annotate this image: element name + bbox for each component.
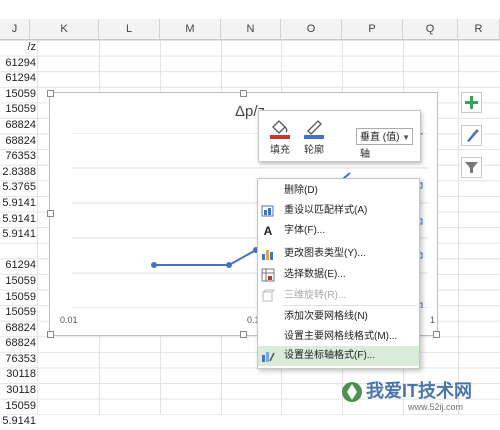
cell[interactable]: 2.8388 (0, 165, 38, 181)
column-header-m[interactable]: M (160, 19, 221, 39)
chart-styles-button[interactable] (461, 125, 482, 146)
context-menu: 删除(D) 重设以匹配样式(A) A 字体(F)... 更改图表类型(Y)...… (257, 178, 420, 369)
chevron-down-icon: ▼ (402, 133, 410, 142)
formula-bar-area (0, 0, 500, 20)
outline-button[interactable]: 轮廓 (299, 115, 329, 156)
resize-handle[interactable] (47, 210, 54, 217)
reset-style-icon (261, 204, 275, 218)
pen-outline-icon (299, 115, 329, 141)
menu-item-label: 三维旋转(R)... (284, 290, 347, 301)
menu-item-label: 字体(F)... (284, 225, 326, 236)
menu-item-3d-rotation[interactable]: 三维旋转(R)... (258, 286, 419, 306)
cell[interactable]: 30118 (0, 367, 38, 383)
menu-item-label: 更改图表类型(Y)... (284, 248, 366, 259)
menu-item-label: 删除(D) (284, 185, 318, 196)
grid-line (458, 40, 459, 415)
column-header-q[interactable]: Q (403, 19, 458, 39)
column-header-l[interactable]: L (99, 19, 160, 39)
menu-item-font[interactable]: A 字体(F)... (258, 221, 419, 241)
cell[interactable] (0, 243, 38, 259)
menu-item-format-axis[interactable]: 设置坐标轴格式(F)... (258, 346, 419, 366)
cell[interactable]: 15059 (0, 274, 38, 290)
cell[interactable]: 30118 (0, 383, 38, 399)
column-header-r[interactable]: R (458, 19, 500, 39)
x-tick-label: 0.01 (60, 315, 78, 325)
cell[interactable]: 61294 (0, 258, 38, 274)
font-icon: A (263, 224, 273, 238)
menu-item-delete[interactable]: 删除(D) (258, 181, 419, 201)
svg-text:我爱IT技术网: 我爱IT技术网 (366, 380, 472, 401)
paintbrush-icon (467, 129, 479, 142)
svg-text:www.52ij.com: www.52ij.com (407, 402, 463, 412)
menu-item-add-minor-gridlines[interactable]: 添加次要网格线(N) (258, 307, 419, 327)
cell[interactable]: 15059 (0, 399, 38, 415)
chart-element-selector[interactable]: 垂直 (值) 轴 ▼ (356, 128, 413, 160)
column-header-n[interactable]: N (221, 19, 281, 39)
column-header-row: J K L M N O P Q R (0, 19, 500, 40)
cell[interactable]: 61294 (0, 56, 38, 72)
select-data-icon (261, 268, 275, 282)
cell[interactable]: 15059 (0, 290, 38, 306)
menu-separator (282, 305, 417, 306)
chart-filters-button[interactable] (461, 157, 482, 178)
menu-item-format-major-gridlines[interactable]: 设置主要网格线格式(M)... (258, 327, 419, 347)
outline-label: 轮廓 (304, 145, 324, 156)
resize-handle[interactable] (47, 90, 54, 97)
paint-bucket-icon (265, 115, 295, 141)
cell[interactable]: 15059 (0, 305, 38, 321)
mini-format-toolbar: 填充 轮廓 垂直 (值) 轴 ▼ (258, 110, 421, 162)
column-j-cells[interactable]: /z 61294 61294 15059 15059 68824 68824 76353 2.8… (0, 40, 38, 430)
column-header-k[interactable]: K (30, 19, 99, 39)
cell[interactable]: 15059 (0, 87, 38, 103)
menu-item-select-data[interactable]: 选择数据(E)... (258, 265, 419, 285)
menu-item-label: 设置坐标轴格式(F)... (284, 350, 376, 361)
chart-elements-button[interactable] (461, 92, 482, 113)
cell[interactable]: 68824 (0, 134, 38, 150)
cell[interactable]: 15059 (0, 102, 38, 118)
cell[interactable]: 68824 (0, 118, 38, 134)
fill-button[interactable]: 填充 (265, 115, 295, 156)
column-header-p[interactable]: P (342, 19, 403, 39)
cell[interactable]: 5.9141 (0, 227, 38, 243)
column-header-j[interactable]: J (0, 19, 30, 39)
cell[interactable]: 5.3765 (0, 180, 38, 196)
cell[interactable]: 68824 (0, 321, 38, 337)
data-point (151, 262, 157, 268)
column-header-o[interactable]: O (281, 19, 342, 39)
format-axis-icon (261, 349, 275, 363)
site-watermark-logo: 我爱IT技术网 www.52ij.com (338, 370, 498, 415)
fill-label: 填充 (270, 145, 290, 156)
resize-handle[interactable] (240, 331, 247, 338)
plus-icon (465, 96, 478, 109)
menu-item-label: 选择数据(E)... (284, 269, 346, 280)
cell[interactable]: 5.9141 (0, 212, 38, 228)
selector-value: 垂直 (值) 轴 (360, 132, 400, 160)
cell[interactable]: 68824 (0, 336, 38, 352)
cell[interactable]: 5.9141 (0, 414, 38, 430)
filter-icon (465, 162, 478, 173)
resize-handle[interactable] (240, 90, 247, 97)
3d-rotation-icon (261, 289, 276, 303)
menu-item-label: 设置主要网格线格式(M)... (284, 331, 398, 342)
menu-item-label: 重设以匹配样式(A) (284, 205, 368, 216)
menu-item-label: 添加次要网格线(N) (284, 311, 368, 322)
cell[interactable]: 76353 (0, 352, 38, 368)
resize-handle[interactable] (433, 331, 440, 338)
cell[interactable]: 5.9141 (0, 196, 38, 212)
cell[interactable]: 76353 (0, 149, 38, 165)
resize-handle[interactable] (47, 331, 54, 338)
cell[interactable]: /z (0, 40, 38, 56)
cell[interactable]: 61294 (0, 71, 38, 87)
data-point (226, 262, 232, 268)
menu-item-reset-style[interactable]: 重设以匹配样式(A) (258, 201, 419, 221)
menu-item-change-chart-type[interactable]: 更改图表类型(Y)... (258, 244, 419, 264)
bar-chart-icon (261, 247, 275, 261)
x-tick-label: 1 (430, 315, 436, 325)
